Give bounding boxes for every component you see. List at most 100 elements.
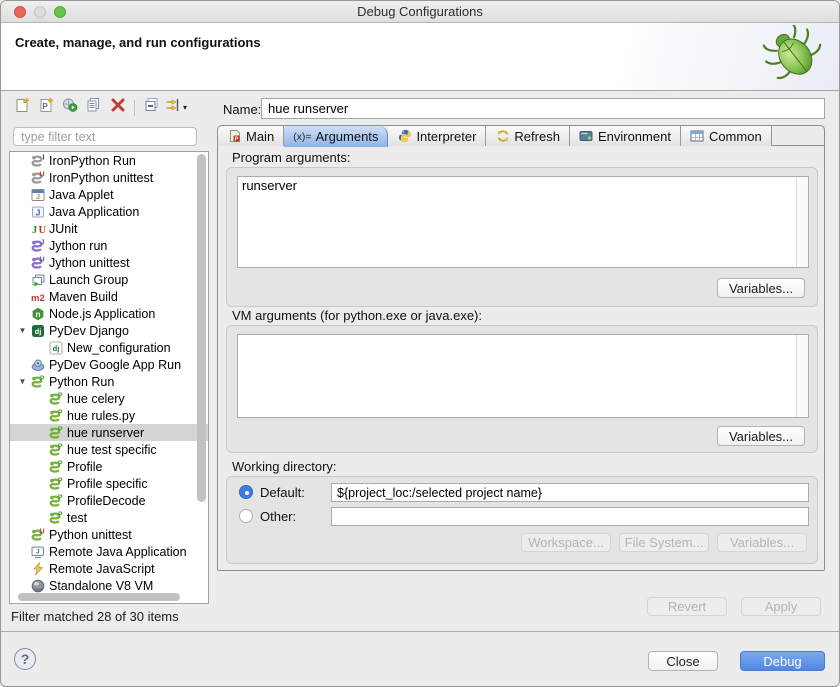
tree-item-new-configuration[interactable]: djNew_configuration	[10, 339, 208, 356]
other-radio[interactable]	[239, 509, 253, 523]
tree-item-python-run[interactable]: ▼PPython Run	[10, 373, 208, 390]
v8-icon	[29, 579, 46, 593]
export-config-button[interactable]	[58, 97, 81, 119]
tree-vertical-scrollbar[interactable]	[197, 154, 206, 502]
tree-item-remote-java-application[interactable]: JRemote Java Application	[10, 543, 208, 560]
name-label: Name:	[223, 102, 261, 117]
tab-refresh[interactable]: Refresh	[486, 126, 570, 146]
textarea-scrollbar-track[interactable]	[796, 335, 808, 417]
name-input[interactable]	[261, 98, 825, 119]
tree-item-node-js-application[interactable]: nNode.js Application	[10, 305, 208, 322]
tree-item-pydev-django[interactable]: ▼djPyDev Django	[10, 322, 208, 339]
vm-arguments-group: Variables...	[226, 325, 818, 453]
tree-item-java-applet[interactable]: JJava Applet	[10, 186, 208, 203]
tree-item-label: hue runserver	[67, 426, 144, 440]
debug-button[interactable]: Debug	[740, 651, 825, 671]
expander-arrow-icon[interactable]: ▼	[16, 377, 29, 386]
svg-text:I: I	[43, 154, 45, 161]
tab-arguments[interactable]: (x)=Arguments	[284, 126, 388, 147]
tree-item-label: Remote Java Application	[49, 545, 187, 559]
tree-item-profile[interactable]: PProfile	[10, 458, 208, 475]
tree-item-test[interactable]: Ptest	[10, 509, 208, 526]
svg-text:n: n	[35, 309, 40, 319]
tree-item-standalone-v8-vm[interactable]: Standalone V8 VM	[10, 577, 208, 594]
toolbar-separator	[134, 100, 135, 116]
new-prototype-icon: P	[37, 96, 55, 119]
delete-config-button[interactable]	[106, 97, 129, 119]
refresh-tab-icon	[495, 129, 510, 143]
file-system-button[interactable]: File System...	[619, 533, 709, 552]
working-directory-variables-button[interactable]: Variables...	[717, 533, 807, 552]
dialog-header-title: Create, manage, and run configurations	[15, 35, 261, 50]
python-purple-j-icon: J	[29, 239, 46, 253]
apply-button[interactable]: Apply	[741, 597, 821, 616]
program-arguments-textarea[interactable]: runserver	[238, 177, 795, 267]
other-directory-field[interactable]	[331, 507, 809, 526]
tab-common[interactable]: Common	[681, 126, 772, 146]
python-green-p-icon: P	[47, 460, 64, 474]
tree-item-hue-rules-py[interactable]: Phue rules.py	[10, 407, 208, 424]
new-config-button[interactable]	[10, 97, 33, 119]
svg-text:P: P	[58, 460, 63, 467]
tree-item-ironpython-unittest[interactable]: UIronPython unittest	[10, 169, 208, 186]
expander-arrow-icon[interactable]: ▼	[16, 326, 29, 335]
textarea-scrollbar-track[interactable]	[796, 177, 808, 267]
left-toolbar: P▾	[10, 96, 187, 119]
tree-item-java-application[interactable]: JJava Application	[10, 203, 208, 220]
tree-item-label: Java Applet	[49, 188, 114, 202]
tree-item-label: hue rules.py	[67, 409, 135, 423]
svg-text:P: P	[58, 494, 63, 501]
close-button[interactable]: Close	[648, 651, 718, 671]
new-prototype-button[interactable]: P	[34, 97, 57, 119]
debug-configurations-dialog: Debug Configurations Create, manage, and…	[0, 0, 840, 687]
java-applet-icon: J	[29, 188, 46, 202]
svg-text:P: P	[58, 426, 63, 433]
program-arguments-variables-button[interactable]: Variables...	[717, 278, 805, 298]
vm-arguments-variables-button[interactable]: Variables...	[717, 426, 805, 446]
tree-item-launch-group[interactable]: Launch Group	[10, 271, 208, 288]
default-radio[interactable]	[239, 485, 253, 499]
tree-item-pydev-google-app-run[interactable]: PyDev Google App Run	[10, 356, 208, 373]
tree-item-label: PyDev Django	[49, 324, 129, 338]
svg-text:P: P	[58, 511, 63, 518]
program-arguments-group: runserver Variables...	[226, 167, 818, 307]
filter-config-button[interactable]: ▾	[164, 97, 187, 119]
filter-input[interactable]	[13, 127, 197, 146]
python-green-p-icon: P	[47, 443, 64, 457]
help-button[interactable]: ?	[14, 648, 36, 670]
python-green-p-icon: P	[29, 375, 46, 389]
tree-item-hue-celery[interactable]: Phue celery	[10, 390, 208, 407]
remote-java-icon: J	[29, 545, 46, 559]
svg-text:P: P	[58, 392, 63, 399]
tree-item-maven-build[interactable]: m2Maven Build	[10, 288, 208, 305]
tree-item-jython-run[interactable]: JJython run	[10, 237, 208, 254]
revert-button[interactable]: Revert	[647, 597, 727, 616]
vm-arguments-textarea[interactable]	[238, 335, 795, 417]
tree-item-jython-unittest[interactable]: UJython unittest	[10, 254, 208, 271]
default-directory-field[interactable]	[331, 483, 809, 502]
new-config-icon	[13, 96, 31, 119]
tree-item-remote-javascript[interactable]: Remote JavaScript	[10, 560, 208, 577]
tree-item-profile-specific[interactable]: PProfile specific	[10, 475, 208, 492]
tab-label: Main	[246, 129, 274, 144]
tab-label: Refresh	[514, 129, 560, 144]
tree-item-hue-runserver[interactable]: Phue runserver	[10, 424, 208, 441]
tree-item-label: Maven Build	[49, 290, 118, 304]
tab-interpreter[interactable]: Interpreter	[388, 126, 486, 146]
tab-main[interactable]: PMain	[218, 126, 284, 146]
tree-item-ironpython-run[interactable]: IIronPython Run	[10, 152, 208, 169]
tree-item-label: hue celery	[67, 392, 125, 406]
workspace-button[interactable]: Workspace...	[521, 533, 611, 552]
tree-item-label: New_configuration	[67, 341, 171, 355]
bug-icon	[761, 25, 827, 90]
svg-text:P: P	[42, 102, 48, 111]
collapse-all-button[interactable]	[140, 97, 163, 119]
config-tree: IIronPython RunUIronPython unittestJJava…	[9, 151, 209, 604]
tab-environment[interactable]: Environment	[570, 126, 681, 146]
tree-item-junit[interactable]: JUJUnit	[10, 220, 208, 237]
tree-item-profiledecode[interactable]: PProfileDecode	[10, 492, 208, 509]
tree-horizontal-scrollbar[interactable]	[18, 593, 180, 601]
duplicate-config-button[interactable]	[82, 97, 105, 119]
tree-item-python-unittest[interactable]: UPython unittest	[10, 526, 208, 543]
tree-item-hue-test-specific[interactable]: Phue test specific	[10, 441, 208, 458]
